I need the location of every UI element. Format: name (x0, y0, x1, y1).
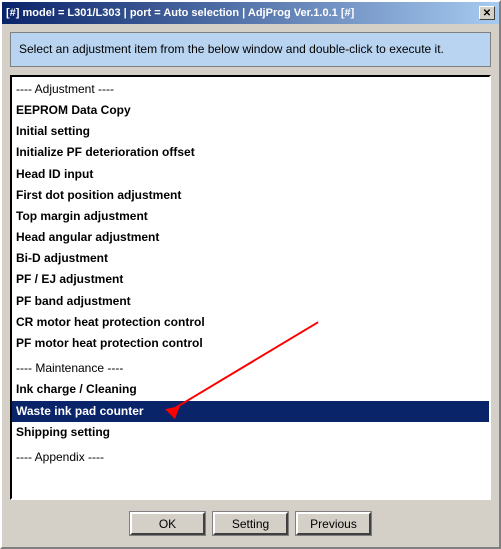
window-title: [#] model = L301/L303 | port = Auto sele… (6, 7, 479, 19)
list-item[interactable]: Head ID input (12, 164, 489, 185)
list-item[interactable]: Bi-D adjustment (12, 248, 489, 269)
content-area: Select an adjustment item from the below… (2, 24, 499, 547)
list-item[interactable]: PF band adjustment (12, 291, 489, 312)
list-item[interactable]: ---- Adjustment ---- (12, 79, 489, 100)
info-box: Select an adjustment item from the below… (10, 32, 491, 67)
list-item[interactable]: Initial setting (12, 121, 489, 142)
list-item[interactable]: Head angular adjustment (12, 227, 489, 248)
list-item[interactable]: Top margin adjustment (12, 206, 489, 227)
list-scroll[interactable]: ---- Adjustment ----EEPROM Data CopyInit… (12, 77, 489, 498)
button-row: OK Setting Previous (10, 508, 491, 539)
info-text: Select an adjustment item from the below… (19, 42, 444, 56)
list-item[interactable]: First dot position adjustment (12, 185, 489, 206)
list-item[interactable]: Ink charge / Cleaning (12, 379, 489, 400)
setting-button[interactable]: Setting (213, 512, 288, 535)
list-item[interactable]: Shipping setting (12, 422, 489, 443)
list-item[interactable]: PF motor heat protection control (12, 333, 489, 354)
list-item[interactable]: Initialize PF deterioration offset (12, 142, 489, 163)
ok-button[interactable]: OK (130, 512, 205, 535)
title-bar: [#] model = L301/L303 | port = Auto sele… (2, 2, 499, 24)
previous-button[interactable]: Previous (296, 512, 371, 535)
list-container: ---- Adjustment ----EEPROM Data CopyInit… (10, 75, 491, 500)
list-item[interactable]: EEPROM Data Copy (12, 100, 489, 121)
close-button[interactable]: ✕ (479, 6, 495, 20)
list-item[interactable]: ---- Maintenance ---- (12, 358, 489, 379)
list-item[interactable]: Waste ink pad counter (12, 401, 489, 422)
list-item[interactable]: PF / EJ adjustment (12, 269, 489, 290)
list-item[interactable]: CR motor heat protection control (12, 312, 489, 333)
list-item[interactable]: ---- Appendix ---- (12, 447, 489, 468)
main-window: [#] model = L301/L303 | port = Auto sele… (0, 0, 501, 549)
